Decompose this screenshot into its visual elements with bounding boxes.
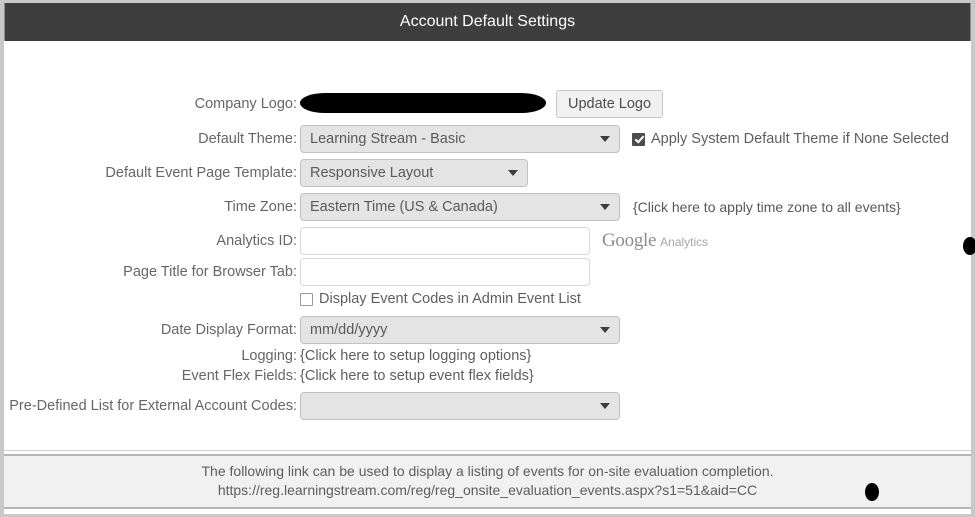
time-zone-label: Time Zone: xyxy=(224,199,297,215)
event-flex-fields-field: {Click here to setup event flex fields} xyxy=(300,368,534,384)
company-logo-label: Company Logo: xyxy=(194,96,297,112)
apply-system-default-theme-checkbox[interactable] xyxy=(632,132,645,146)
display-event-codes-label: Display Event Codes in Admin Event List xyxy=(319,291,581,307)
predefined-list-select[interactable] xyxy=(300,392,620,420)
predefined-list-field xyxy=(300,392,620,420)
event-page-template-select[interactable]: Responsive Layout xyxy=(300,159,528,187)
time-zone-field: Eastern Time (US & Canada) {Click here t… xyxy=(300,193,901,221)
redaction-overlay-right-edge xyxy=(963,237,975,255)
row-event-page-template: Default Event Page Template: Responsive … xyxy=(4,159,528,187)
display-event-codes-checkbox[interactable] xyxy=(300,292,313,306)
date-display-format-field: mm/dd/yyyy xyxy=(300,316,620,344)
date-display-format-select[interactable]: mm/dd/yyyy xyxy=(300,316,620,344)
time-zone-select[interactable]: Eastern Time (US & Canada) xyxy=(300,193,620,221)
chevron-down-icon xyxy=(600,136,610,142)
window-title-bar: Account Default Settings xyxy=(4,3,971,41)
page-title: Account Default Settings xyxy=(399,13,576,30)
analytics-id-input[interactable] xyxy=(300,227,590,255)
event-page-template-field: Responsive Layout xyxy=(300,159,528,187)
date-display-format-label: Date Display Format: xyxy=(160,322,297,338)
display-event-codes-field: Display Event Codes in Admin Event List xyxy=(300,291,581,307)
analytics-id-field: Google Analytics xyxy=(300,227,708,255)
date-display-format-value: mm/dd/yyyy xyxy=(310,322,388,338)
redaction-overlay-logo xyxy=(300,93,546,113)
google-analytics-brand-secondary: Analytics xyxy=(660,235,709,249)
footer-description: The following link can be used to displa… xyxy=(201,463,774,479)
predefined-list-label: Pre-Defined List for External Account Co… xyxy=(9,398,297,414)
page-title-browser-tab-input[interactable] xyxy=(300,258,590,286)
row-logging: Logging: {Click here to setup logging op… xyxy=(4,348,531,364)
settings-form: Company Logo: Update Logo Default Theme:… xyxy=(4,41,975,451)
default-theme-label: Default Theme: xyxy=(198,131,297,147)
analytics-id-label: Analytics ID: xyxy=(216,233,297,249)
footer: The following link can be used to displa… xyxy=(4,451,971,509)
row-time-zone: Time Zone: Eastern Time (US & Canada) {C… xyxy=(4,193,901,221)
default-theme-select[interactable]: Learning Stream - Basic xyxy=(300,125,620,153)
update-logo-button[interactable]: Update Logo xyxy=(556,90,664,118)
default-theme-value: Learning Stream - Basic xyxy=(310,131,466,147)
chevron-down-icon xyxy=(600,204,610,210)
logging-setup-link[interactable]: {Click here to setup logging options} xyxy=(300,348,531,364)
row-date-display-format: Date Display Format: mm/dd/yyyy xyxy=(4,316,620,344)
row-company-logo: Company Logo: Update Logo xyxy=(4,90,664,118)
event-flex-fields-label: Event Flex Fields: xyxy=(181,368,297,384)
google-analytics-brand-primary: Google xyxy=(602,230,657,251)
chevron-down-icon xyxy=(600,327,610,333)
google-analytics-logo: Google Analytics xyxy=(602,230,708,252)
redaction-overlay-footer-url xyxy=(865,483,879,501)
apply-time-zone-all-events-link[interactable]: {Click here to apply time zone to all ev… xyxy=(633,199,901,215)
row-analytics-id: Analytics ID: Google Analytics xyxy=(4,227,708,255)
logging-label: Logging: xyxy=(241,348,297,364)
company-logo-image xyxy=(300,93,548,115)
event-page-template-label: Default Event Page Template: xyxy=(105,165,297,181)
footer-message-band: The following link can be used to displa… xyxy=(4,454,971,509)
page-title-browser-tab-label: Page Title for Browser Tab: xyxy=(123,264,297,280)
row-default-theme: Default Theme: Learning Stream - Basic A… xyxy=(4,125,949,153)
application-window: Account Default Settings Company Logo: U… xyxy=(0,0,975,517)
apply-system-default-theme-label: Apply System Default Theme if None Selec… xyxy=(651,131,949,147)
row-predefined-list: Pre-Defined List for External Account Co… xyxy=(4,392,620,420)
page-title-browser-tab-field xyxy=(300,258,590,286)
time-zone-value: Eastern Time (US & Canada) xyxy=(310,199,498,215)
chevron-down-icon xyxy=(508,170,518,176)
event-flex-fields-setup-link[interactable]: {Click here to setup event flex fields} xyxy=(300,368,534,384)
chevron-down-icon xyxy=(600,403,610,409)
footer-url[interactable]: https://reg.learningstream.com/reg/reg_o… xyxy=(4,481,971,500)
logging-field: {Click here to setup logging options} xyxy=(300,348,531,364)
company-logo-field: Update Logo xyxy=(300,90,664,118)
row-display-event-codes: Display Event Codes in Admin Event List xyxy=(4,291,581,307)
row-event-flex-fields: Event Flex Fields: {Click here to setup … xyxy=(4,368,534,384)
default-theme-field: Learning Stream - Basic Apply System Def… xyxy=(300,125,949,153)
row-page-title-browser-tab: Page Title for Browser Tab: xyxy=(4,258,590,286)
event-page-template-value: Responsive Layout xyxy=(310,165,434,181)
